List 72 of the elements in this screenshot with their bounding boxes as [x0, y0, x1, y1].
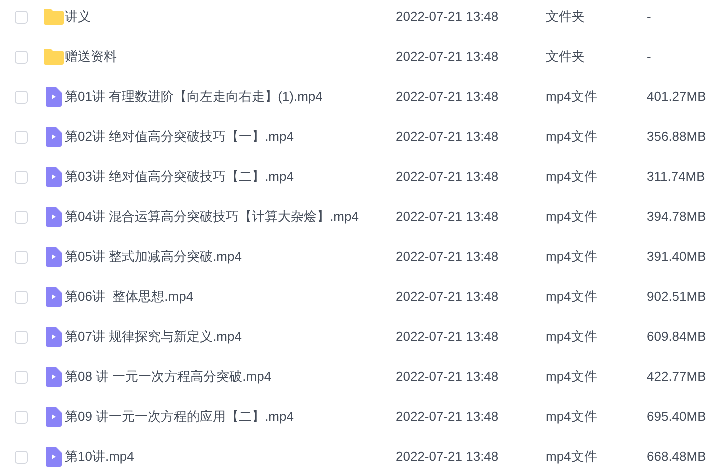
modified-date: 2022-07-21 13:48 [396, 129, 499, 144]
file-type: mp4文件 [546, 329, 598, 344]
file-name[interactable]: 第05讲 整式加减高分突破.mp4 [65, 249, 242, 264]
modified-date: 2022-07-21 13:48 [396, 369, 499, 384]
file-name[interactable]: 赠送资料 [65, 49, 117, 64]
file-name[interactable]: 第09 讲一元一次方程的应用【二】.mp4 [65, 409, 294, 424]
checkbox[interactable] [14, 290, 28, 304]
file-name[interactable]: 第08 讲 一元一次方程高分突破.mp4 [65, 369, 272, 384]
video-file-icon [46, 247, 62, 267]
file-name[interactable]: 讲义 [65, 9, 91, 24]
checkbox[interactable] [14, 410, 28, 424]
modified-date: 2022-07-21 13:48 [396, 9, 499, 24]
folder-icon [44, 49, 64, 65]
file-type: mp4文件 [546, 369, 598, 384]
file-size: 356.88MB [647, 129, 706, 144]
modified-date: 2022-07-21 13:48 [396, 329, 499, 344]
file-type: mp4文件 [546, 209, 598, 224]
video-file-icon [46, 327, 62, 347]
file-name[interactable]: 第01讲 有理数进阶【向左走向右走】(1).mp4 [65, 89, 323, 104]
checkbox[interactable] [14, 330, 28, 344]
checkbox[interactable] [14, 170, 28, 184]
checkbox[interactable] [14, 250, 28, 264]
folder-icon [44, 9, 64, 25]
checkbox[interactable] [14, 130, 28, 144]
checkbox[interactable] [14, 50, 28, 64]
file-name[interactable]: 第04讲 混合运算高分突破技巧【计算大杂烩】.mp4 [65, 209, 359, 224]
file-size: 695.40MB [647, 409, 706, 424]
video-file-icon [46, 367, 62, 387]
checkbox[interactable] [14, 450, 28, 464]
file-type: mp4文件 [546, 129, 598, 144]
checkbox[interactable] [14, 10, 28, 24]
file-name[interactable]: 第02讲 绝对值高分突破技巧【一】.mp4 [65, 129, 294, 144]
file-size: 902.51MB [647, 289, 706, 304]
file-name[interactable]: 第07讲 规律探究与新定义.mp4 [65, 329, 242, 344]
file-type: mp4文件 [546, 289, 598, 304]
video-file-icon [46, 287, 62, 307]
checkbox[interactable] [14, 90, 28, 104]
file-type: 文件夹 [546, 49, 585, 64]
file-type: mp4文件 [546, 449, 598, 464]
file-size: - [647, 49, 652, 64]
video-file-icon [46, 87, 62, 107]
file-size: 609.84MB [647, 329, 706, 344]
checkbox[interactable] [14, 370, 28, 384]
file-size: 394.78MB [647, 209, 706, 224]
file-type: mp4文件 [546, 249, 598, 264]
file-size: 422.77MB [647, 369, 706, 384]
modified-date: 2022-07-21 13:48 [396, 209, 499, 224]
file-size: 311.74MB [647, 169, 706, 184]
modified-date: 2022-07-21 13:48 [396, 169, 499, 184]
file-name[interactable]: 第03讲 绝对值高分突破技巧【二】.mp4 [65, 169, 294, 184]
video-file-icon [46, 447, 62, 467]
file-type: mp4文件 [546, 169, 598, 184]
file-type: mp4文件 [546, 409, 598, 424]
modified-date: 2022-07-21 13:48 [396, 249, 499, 264]
modified-date: 2022-07-21 13:48 [396, 89, 499, 104]
video-file-icon [46, 407, 62, 427]
modified-date: 2022-07-21 13:48 [396, 49, 499, 64]
file-type: 文件夹 [546, 9, 585, 24]
modified-date: 2022-07-21 13:48 [396, 409, 499, 424]
file-size: 391.40MB [647, 249, 706, 264]
file-size: 401.27MB [647, 89, 706, 104]
file-size: - [647, 9, 652, 24]
video-file-icon [46, 207, 62, 227]
video-file-icon [46, 167, 62, 187]
modified-date: 2022-07-21 13:48 [396, 449, 499, 464]
file-name[interactable]: 第10讲.mp4 [65, 449, 134, 464]
checkbox[interactable] [14, 210, 28, 224]
file-name[interactable]: 第06讲 整体思想.mp4 [65, 289, 194, 304]
file-type: mp4文件 [546, 89, 598, 104]
file-size: 668.48MB [647, 449, 706, 464]
modified-date: 2022-07-21 13:48 [396, 289, 499, 304]
video-file-icon [46, 127, 62, 147]
